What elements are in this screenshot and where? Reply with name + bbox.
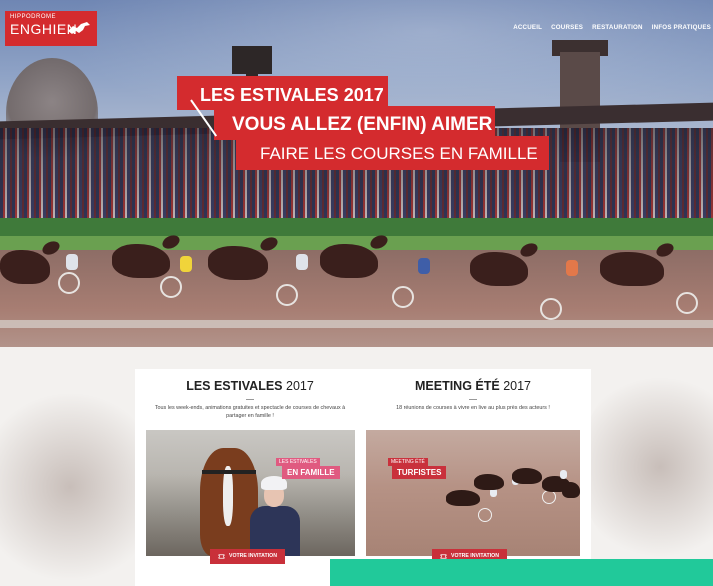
- photo-tag-small: LES ESTIVALES: [276, 458, 320, 466]
- scoreboard: [232, 46, 272, 74]
- hero-headline-2: VOUS ALLEZ (ENFIN) AIMER: [214, 106, 495, 140]
- estivales-photo[interactable]: LES ESTIVALES EN FAMILLE: [146, 430, 355, 556]
- horse: [562, 482, 580, 498]
- card-title-meeting: MEETING ÉTÉ 2017: [373, 379, 573, 393]
- card-description-meeting: 18 réunions de courses à vivre en live a…: [396, 405, 550, 411]
- horse: [474, 474, 504, 490]
- sulky-wheel: [58, 272, 80, 294]
- card-title-year: 2017: [499, 379, 531, 393]
- nav-accueil[interactable]: ACCUEIL: [513, 24, 542, 31]
- invitation-button-label: VOTRE INVITATION: [229, 553, 277, 559]
- events-section: LES ESTIVALES 2017 Tous les week-ends, a…: [0, 347, 713, 586]
- title-divider: [246, 399, 254, 400]
- sulky-wheel: [676, 292, 698, 314]
- horse: [208, 246, 268, 280]
- sulky-wheel: [160, 276, 182, 298]
- card-title-bold: MEETING ÉTÉ: [414, 379, 500, 393]
- sulky-wheel: [276, 284, 298, 306]
- driver: [180, 256, 192, 272]
- horse-logo-icon: [68, 22, 90, 34]
- teal-footer-bar: [330, 559, 713, 586]
- sulky-wheel: [540, 298, 562, 320]
- invitation-button-estivales[interactable]: VOTRE INVITATION: [210, 549, 285, 564]
- card-title-bold: LES ESTIVALES: [186, 379, 283, 393]
- hero-banner: HIPPODROME ENGHIEN ACCUEIL COURSES RESTA…: [0, 0, 713, 347]
- photo-tag-small: MEETING ÉTÉ: [388, 458, 428, 466]
- photo-tag-big: EN FAMILLE: [282, 466, 340, 479]
- horse: [320, 244, 378, 278]
- main-nav: ACCUEIL COURSES RESTAURATION INFOS PRATI…: [513, 24, 711, 31]
- meeting-photo[interactable]: MEETING ÉTÉ TURFISTES: [366, 430, 580, 556]
- horse: [512, 468, 542, 484]
- nav-infos-pratiques[interactable]: INFOS PRATIQUES: [652, 24, 711, 31]
- driver: [560, 470, 567, 479]
- bridle: [202, 470, 256, 474]
- photo-tag-big: TURFISTES: [392, 466, 447, 479]
- horse-blaze: [223, 466, 233, 526]
- driver: [566, 260, 578, 276]
- nav-courses[interactable]: COURSES: [551, 24, 583, 31]
- sulky-wheel: [542, 490, 556, 504]
- track-rail: [0, 320, 713, 328]
- driver: [418, 258, 430, 274]
- hero-headline-3: FAIRE LES COURSES EN FAMILLE: [236, 136, 549, 170]
- ticket-icon: [218, 554, 225, 559]
- horse: [470, 252, 528, 286]
- nav-restauration[interactable]: RESTAURATION: [592, 24, 643, 31]
- horse: [0, 250, 50, 284]
- horse: [600, 252, 664, 286]
- events-card: LES ESTIVALES 2017 Tous les week-ends, a…: [135, 369, 591, 586]
- driver: [66, 254, 78, 270]
- bg-decoration: [580, 367, 713, 567]
- hero-headline-1: LES ESTIVALES 2017: [177, 76, 388, 110]
- site-logo[interactable]: HIPPODROME ENGHIEN: [5, 11, 97, 46]
- sulky-wheel: [478, 508, 492, 522]
- sulky-wheel: [392, 286, 414, 308]
- card-description-estivales: Tous les week-ends, animations gratuites…: [154, 405, 346, 419]
- horse: [112, 244, 170, 278]
- card-title-year: 2017: [282, 379, 314, 393]
- card-title-estivales: LES ESTIVALES 2017: [150, 379, 350, 393]
- title-divider: [469, 399, 477, 400]
- driver: [296, 254, 308, 270]
- logo-small-text: HIPPODROME: [10, 14, 57, 20]
- horse: [446, 490, 480, 506]
